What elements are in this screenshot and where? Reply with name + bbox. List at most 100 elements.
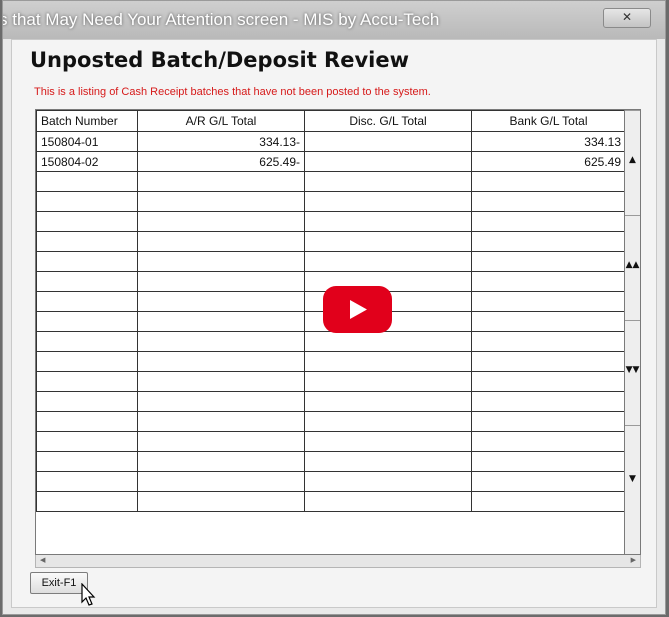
arrow-right-icon[interactable]: ▶ [631, 556, 636, 564]
cell-bank-gl-total[interactable] [471, 191, 626, 212]
scroll-page-up-button[interactable]: ▲▲ [625, 215, 640, 320]
table-row-empty[interactable] [36, 231, 626, 252]
scroll-page-down-button[interactable]: ▼▼ [625, 320, 640, 425]
table-row[interactable]: 150804-02 625.49- 625.49 [36, 151, 626, 172]
scroll-up-button[interactable]: ▲ [625, 110, 640, 215]
column-header-disc-gl-total[interactable]: Disc. G/L Total [304, 110, 472, 132]
cell-disc-gl-total[interactable] [304, 151, 472, 172]
cell-ar-gl-total[interactable] [137, 171, 305, 192]
cell-disc-gl-total[interactable] [304, 131, 472, 152]
cell-disc-gl-total[interactable] [304, 391, 472, 412]
cell-bank-gl-total[interactable] [471, 351, 626, 372]
horizontal-scrollbar[interactable]: ◀ ▶ [35, 555, 641, 568]
cell-disc-gl-total[interactable] [304, 491, 472, 512]
cell-disc-gl-total[interactable] [304, 191, 472, 212]
table-row-empty[interactable] [36, 491, 626, 512]
cell-bank-gl-total[interactable] [471, 491, 626, 512]
cell-bank-gl-total[interactable] [471, 231, 626, 252]
cell-bank-gl-total[interactable] [471, 451, 626, 472]
cell-ar-gl-total[interactable] [137, 491, 305, 512]
cell-disc-gl-total[interactable] [304, 251, 472, 272]
cell-disc-gl-total[interactable] [304, 431, 472, 452]
cell-bank-gl-total[interactable] [471, 431, 626, 452]
cell-batch-number[interactable] [36, 251, 138, 272]
cell-batch-number[interactable] [36, 211, 138, 232]
cell-bank-gl-total[interactable] [471, 291, 626, 312]
cell-ar-gl-total[interactable] [137, 231, 305, 252]
cell-disc-gl-total[interactable] [304, 231, 472, 252]
cell-batch-number[interactable] [36, 451, 138, 472]
cell-bank-gl-total[interactable] [471, 371, 626, 392]
table-row-empty[interactable] [36, 191, 626, 212]
cell-ar-gl-total[interactable] [137, 271, 305, 292]
column-header-batch-number[interactable]: Batch Number [36, 110, 138, 132]
cell-batch-number[interactable] [36, 191, 138, 212]
cell-ar-gl-total[interactable] [137, 451, 305, 472]
table-row-empty[interactable] [36, 471, 626, 492]
cell-batch-number[interactable] [36, 471, 138, 492]
cell-batch-number[interactable]: 150804-02 [36, 151, 138, 172]
cell-bank-gl-total[interactable]: 625.49 [471, 151, 626, 172]
cell-ar-gl-total[interactable] [137, 331, 305, 352]
cell-ar-gl-total[interactable] [137, 411, 305, 432]
table-row-empty[interactable] [36, 391, 626, 412]
cell-batch-number[interactable] [36, 171, 138, 192]
cell-batch-number[interactable] [36, 291, 138, 312]
cell-bank-gl-total[interactable] [471, 271, 626, 292]
cell-batch-number[interactable] [36, 331, 138, 352]
cell-disc-gl-total[interactable] [304, 351, 472, 372]
cell-ar-gl-total[interactable] [137, 371, 305, 392]
cell-bank-gl-total[interactable] [471, 331, 626, 352]
cell-disc-gl-total[interactable] [304, 211, 472, 232]
cell-batch-number[interactable] [36, 351, 138, 372]
cell-ar-gl-total[interactable] [137, 391, 305, 412]
table-row-empty[interactable] [36, 211, 626, 232]
cell-bank-gl-total[interactable] [471, 391, 626, 412]
cell-bank-gl-total[interactable] [471, 251, 626, 272]
cell-batch-number[interactable]: 150804-01 [36, 131, 138, 152]
cell-ar-gl-total[interactable]: 625.49- [137, 151, 305, 172]
table-row-empty[interactable] [36, 171, 626, 192]
arrow-left-icon[interactable]: ◀ [40, 556, 45, 564]
cell-bank-gl-total[interactable] [471, 171, 626, 192]
cell-bank-gl-total[interactable] [471, 411, 626, 432]
vertical-scrollbar[interactable]: ▲ ▲▲ ▼▼ ▼ [624, 110, 640, 554]
table-row-empty[interactable] [36, 331, 626, 352]
cell-bank-gl-total[interactable] [471, 311, 626, 332]
cell-batch-number[interactable] [36, 491, 138, 512]
cell-batch-number[interactable] [36, 311, 138, 332]
video-play-button-icon[interactable] [323, 286, 392, 333]
cell-disc-gl-total[interactable] [304, 331, 472, 352]
exit-button[interactable]: Exit-F1 [30, 572, 88, 594]
scroll-down-button[interactable]: ▼ [625, 425, 640, 554]
cell-ar-gl-total[interactable] [137, 431, 305, 452]
table-row-empty[interactable] [36, 411, 626, 432]
table-row-empty[interactable] [36, 431, 626, 452]
cell-ar-gl-total[interactable] [137, 191, 305, 212]
table-row-empty[interactable] [36, 371, 626, 392]
cell-batch-number[interactable] [36, 271, 138, 292]
cell-ar-gl-total[interactable] [137, 211, 305, 232]
cell-batch-number[interactable] [36, 431, 138, 452]
cell-batch-number[interactable] [36, 391, 138, 412]
cell-bank-gl-total[interactable]: 334.13 [471, 131, 626, 152]
table-row-empty[interactable] [36, 351, 626, 372]
cell-ar-gl-total[interactable] [137, 471, 305, 492]
window-titlebar[interactable]: s that May Need Your Attention screen - … [3, 1, 665, 39]
cell-ar-gl-total[interactable] [137, 351, 305, 372]
cell-disc-gl-total[interactable] [304, 471, 472, 492]
cell-batch-number[interactable] [36, 231, 138, 252]
close-button[interactable]: ✕ [603, 8, 651, 28]
table-row-empty[interactable] [36, 451, 626, 472]
table-row-empty[interactable] [36, 251, 626, 272]
cell-ar-gl-total[interactable] [137, 251, 305, 272]
table-row[interactable]: 150804-01 334.13- 334.13 [36, 131, 626, 152]
cell-disc-gl-total[interactable] [304, 411, 472, 432]
column-header-bank-gl-total[interactable]: Bank G/L Total [471, 110, 626, 132]
cell-disc-gl-total[interactable] [304, 371, 472, 392]
cell-bank-gl-total[interactable] [471, 471, 626, 492]
cell-bank-gl-total[interactable] [471, 211, 626, 232]
cell-disc-gl-total[interactable] [304, 451, 472, 472]
cell-batch-number[interactable] [36, 371, 138, 392]
cell-ar-gl-total[interactable]: 334.13- [137, 131, 305, 152]
